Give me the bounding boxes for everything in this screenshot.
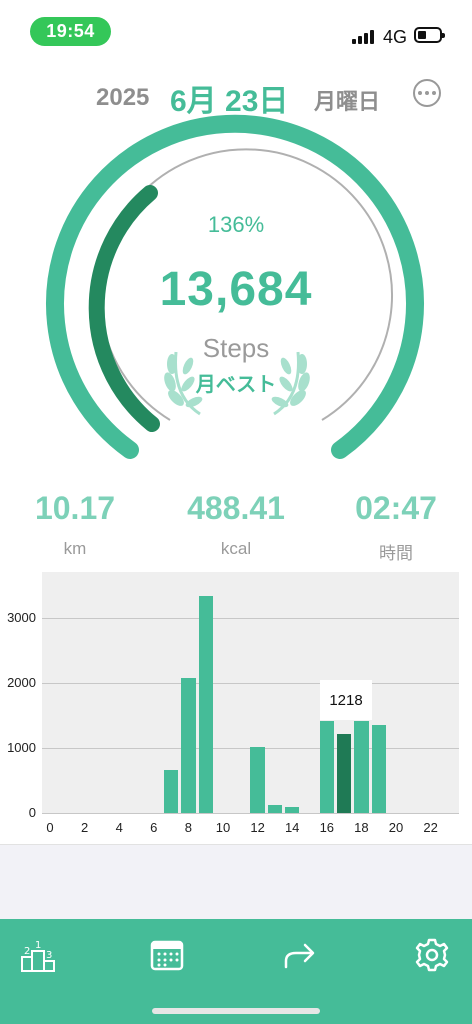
y-tick-label: 2000	[7, 675, 36, 691]
x-tick-label: 20	[388, 820, 404, 835]
calendar-icon[interactable]	[147, 935, 187, 975]
x-tick-label: 8	[184, 820, 192, 835]
chart-bar[interactable]	[336, 733, 352, 813]
x-tick-label: 22	[423, 820, 438, 835]
monthly-best-badge: 月ベスト	[195, 374, 277, 396]
y-tick-label: 1000	[7, 740, 36, 756]
metric-calories: 488.41 kcal	[161, 490, 311, 559]
chart-tooltip: 1218	[320, 680, 372, 720]
hourly-steps-chart[interactable]: 0 1000 2000 3000 0 2 4 6 8 10 12 14 16 18 20 22 1218	[0, 570, 472, 840]
chart-gridline	[42, 813, 459, 814]
chart-bar[interactable]	[285, 807, 300, 813]
chart-bar[interactable]	[181, 677, 196, 813]
x-tick-label: 16	[319, 820, 335, 835]
x-tick-label: 14	[284, 820, 300, 835]
chart-bar[interactable]	[319, 720, 334, 813]
chart-bar[interactable]	[267, 804, 283, 813]
x-tick-label: 2	[80, 820, 89, 835]
gear-icon[interactable]	[412, 935, 452, 975]
chart-bar[interactable]	[371, 725, 386, 813]
chart-gridline	[42, 618, 459, 620]
calories-unit: kcal	[220, 539, 252, 558]
chart-bar[interactable]	[198, 595, 213, 813]
x-tick-label: 4	[115, 820, 123, 835]
svg-text:3: 3	[46, 950, 52, 961]
metrics-row: 10.17 km 488.41 kcal 02:47 時間	[0, 490, 472, 564]
home-indicator[interactable]	[152, 1008, 320, 1014]
duration-value: 02:47	[355, 490, 437, 526]
status-bar: 19:54 4G	[0, 0, 472, 60]
distance-value: 10.17	[34, 490, 116, 526]
steps-label: Steps	[202, 333, 270, 363]
date-year: 2025	[96, 84, 150, 111]
podium-icon[interactable]: 2 1 3	[18, 935, 58, 975]
more-options-icon[interactable]	[413, 79, 441, 107]
step-count: 13,684	[159, 263, 313, 316]
svg-text:2: 2	[24, 946, 30, 957]
chart-bar[interactable]	[163, 770, 179, 813]
x-tick-label: 10	[215, 820, 231, 835]
chart-bar[interactable]	[250, 747, 265, 813]
y-tick-label: 0	[28, 805, 36, 820]
chart-gridline	[42, 683, 459, 685]
battery-icon	[414, 27, 445, 43]
content-spacer	[0, 844, 472, 920]
distance-unit: km	[63, 539, 87, 558]
calories-value: 488.41	[187, 490, 285, 526]
x-tick-label: 6	[150, 820, 158, 835]
y-tick-label: 3000	[7, 610, 36, 626]
svg-text:1: 1	[35, 940, 41, 951]
share-icon[interactable]	[280, 935, 320, 975]
chart-bar[interactable]	[354, 720, 369, 813]
goal-percent: 136%	[207, 212, 265, 237]
x-tick-label: 0	[46, 820, 54, 835]
metric-distance: 10.17 km	[0, 490, 150, 559]
cellular-signal-icon	[352, 30, 376, 44]
metric-duration: 02:47 時間	[321, 490, 471, 564]
status-time[interactable]: 19:54	[30, 17, 111, 46]
x-tick-label: 18	[354, 820, 369, 835]
x-tick-label: 12	[250, 820, 265, 835]
network-type: 4G	[383, 27, 408, 47]
duration-unit: 時間	[379, 544, 413, 563]
tab-bar: 2 1 3	[0, 919, 472, 1024]
